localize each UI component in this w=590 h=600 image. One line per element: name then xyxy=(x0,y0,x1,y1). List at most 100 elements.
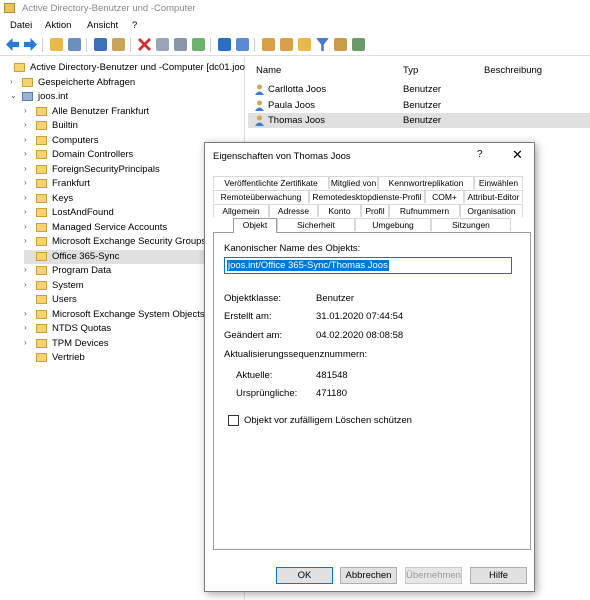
chevron-right-icon[interactable]: › xyxy=(24,338,34,347)
list-row[interactable]: Paula Joos Benutzer xyxy=(248,98,590,113)
ok-button[interactable]: OK xyxy=(276,567,333,584)
cut-icon[interactable] xyxy=(94,38,107,51)
tree-item-label: Frankfurt xyxy=(52,178,91,189)
object-class-value: Benutzer xyxy=(316,293,355,304)
chevron-right-icon[interactable]: › xyxy=(24,164,34,173)
folder-icon xyxy=(36,353,47,362)
export-icon[interactable] xyxy=(192,38,205,51)
menu-ansicht[interactable]: Ansicht xyxy=(87,20,118,31)
add-to-group-icon[interactable] xyxy=(352,38,365,51)
chevron-right-icon[interactable]: › xyxy=(24,309,34,318)
tab-remoteüberwachung[interactable]: Remoteüberwachung xyxy=(213,190,309,203)
tab-veröffentlichte-zertifikate[interactable]: Veröffentlichte Zertifikate xyxy=(213,176,329,189)
new-ou-icon[interactable] xyxy=(298,38,311,51)
menu-help[interactable]: ? xyxy=(132,20,137,31)
chevron-right-icon[interactable]: › xyxy=(24,280,34,289)
tab-objekt[interactable]: Objekt xyxy=(233,218,277,233)
tab-allgemein[interactable]: Allgemein xyxy=(213,204,269,217)
tab-mitglied-von[interactable]: Mitglied von xyxy=(329,176,378,189)
column-name[interactable]: Name xyxy=(256,65,281,76)
folder-icon xyxy=(36,222,47,232)
tab-sitzungen[interactable]: Sitzungen xyxy=(431,218,511,231)
usn-current-label: Aktuelle: xyxy=(236,370,273,381)
tab-adresse[interactable]: Adresse xyxy=(269,204,318,217)
help-icon[interactable] xyxy=(218,38,231,51)
user-icon xyxy=(255,84,264,95)
tree-item-label: Managed Service Accounts xyxy=(52,221,168,233)
copy-icon[interactable] xyxy=(112,38,125,51)
chevron-right-icon[interactable]: › xyxy=(24,120,34,129)
tree-item-label: System xyxy=(52,279,84,291)
folder-icon xyxy=(36,179,47,188)
tab-remotedesktopdienste-profil[interactable]: Remotedesktopdienste-Profil xyxy=(309,190,425,203)
protect-checkbox[interactable] xyxy=(228,415,239,426)
refresh-icon[interactable] xyxy=(174,38,187,51)
domain-icon xyxy=(22,92,33,101)
toolbar-separator xyxy=(42,38,43,52)
help-button[interactable]: ? xyxy=(477,149,483,160)
list-row[interactable]: Carllotta Joos Benutzer xyxy=(248,82,590,97)
chevron-right-icon[interactable]: › xyxy=(24,236,34,245)
help-dialog-button[interactable]: Hilfe xyxy=(470,567,527,584)
cancel-button[interactable]: Abbrechen xyxy=(340,567,397,584)
tree-item[interactable]: › Gespeicherte Abfragen xyxy=(10,76,245,90)
up-folder-icon[interactable] xyxy=(50,38,63,51)
tab-konto[interactable]: Konto xyxy=(318,204,361,217)
chevron-right-icon[interactable]: › xyxy=(24,106,34,115)
tree-item-label: joos.int xyxy=(38,91,69,102)
menu-datei[interactable]: Datei xyxy=(10,20,32,31)
tree-item[interactable]: › Alle Benutzer Frankfurt xyxy=(24,105,245,119)
tab-profil[interactable]: Profil xyxy=(361,204,389,217)
new-user-icon[interactable] xyxy=(262,38,275,51)
column-type[interactable]: Typ xyxy=(403,65,418,76)
chevron-right-icon[interactable]: › xyxy=(24,222,34,231)
tab-kennwortreplikation[interactable]: Kennwortreplikation xyxy=(378,176,474,189)
tab-attribut-editor[interactable]: Attribut-Editor xyxy=(464,190,523,203)
window-title: Active Directory-Benutzer und -Computer xyxy=(22,3,196,14)
canonical-name-field[interactable]: joos.int/Office 365-Sync/Thomas Joos xyxy=(224,257,512,274)
tab-sicherheit[interactable]: Sicherheit xyxy=(277,218,355,231)
chevron-right-icon[interactable]: › xyxy=(10,77,20,86)
chevron-down-icon[interactable]: ⌄ xyxy=(10,91,20,100)
tree-item[interactable]: Active Directory-Benutzer und -Computer … xyxy=(2,61,245,75)
show-tree-icon[interactable] xyxy=(68,38,81,51)
close-icon[interactable]: ✕ xyxy=(512,147,523,163)
tree-item[interactable]: ⌄ joos.int xyxy=(10,90,245,104)
chevron-right-icon[interactable]: › xyxy=(24,178,34,187)
tab-rufnummern[interactable]: Rufnummern xyxy=(389,204,460,217)
folder-icon xyxy=(36,295,47,304)
delete-icon[interactable] xyxy=(138,38,151,51)
chevron-right-icon[interactable]: › xyxy=(24,265,34,274)
filter-icon[interactable] xyxy=(316,38,329,51)
new-group-icon[interactable] xyxy=(280,38,293,51)
find-icon[interactable] xyxy=(334,38,347,51)
folder-icon xyxy=(36,280,47,290)
chevron-right-icon[interactable]: › xyxy=(24,135,34,144)
chevron-right-icon[interactable]: › xyxy=(24,149,34,158)
view-icon[interactable] xyxy=(236,38,249,51)
back-icon[interactable] xyxy=(6,38,19,51)
tree-item[interactable]: › Builtin xyxy=(24,119,245,133)
chevron-right-icon[interactable]: › xyxy=(24,323,34,332)
menu-aktion[interactable]: Aktion xyxy=(45,20,71,31)
user-name: Thomas Joos xyxy=(268,115,326,126)
column-description[interactable]: Beschreibung xyxy=(484,65,542,76)
tree-item-label: Users xyxy=(52,294,77,305)
tab-einwählen[interactable]: Einwählen xyxy=(474,176,523,189)
folder-icon xyxy=(36,121,47,130)
menu-bar: Datei Aktion Ansicht ? xyxy=(0,17,590,33)
apply-button[interactable]: Übernehmen xyxy=(405,567,462,584)
protect-checkbox-label[interactable]: Objekt vor zufälligem Löschen schützen xyxy=(244,415,412,426)
toolbar-separator xyxy=(130,38,131,52)
list-row[interactable]: Thomas Joos Benutzer xyxy=(248,113,590,128)
chevron-right-icon[interactable]: › xyxy=(24,207,34,216)
tab-panel-objekt: Kanonischer Name des Objekts: joos.int/O… xyxy=(213,232,531,550)
tab-umgebung[interactable]: Umgebung xyxy=(355,218,431,231)
tab-com-[interactable]: COM+ xyxy=(425,190,464,203)
tree-item-label: Microsoft Exchange Security Groups xyxy=(52,236,207,247)
chevron-right-icon[interactable]: › xyxy=(24,193,34,202)
tab-organisation[interactable]: Organisation xyxy=(460,204,523,217)
properties-icon[interactable] xyxy=(156,38,169,51)
tree-item-label: Domain Controllers xyxy=(52,149,134,160)
forward-icon[interactable] xyxy=(24,38,37,51)
